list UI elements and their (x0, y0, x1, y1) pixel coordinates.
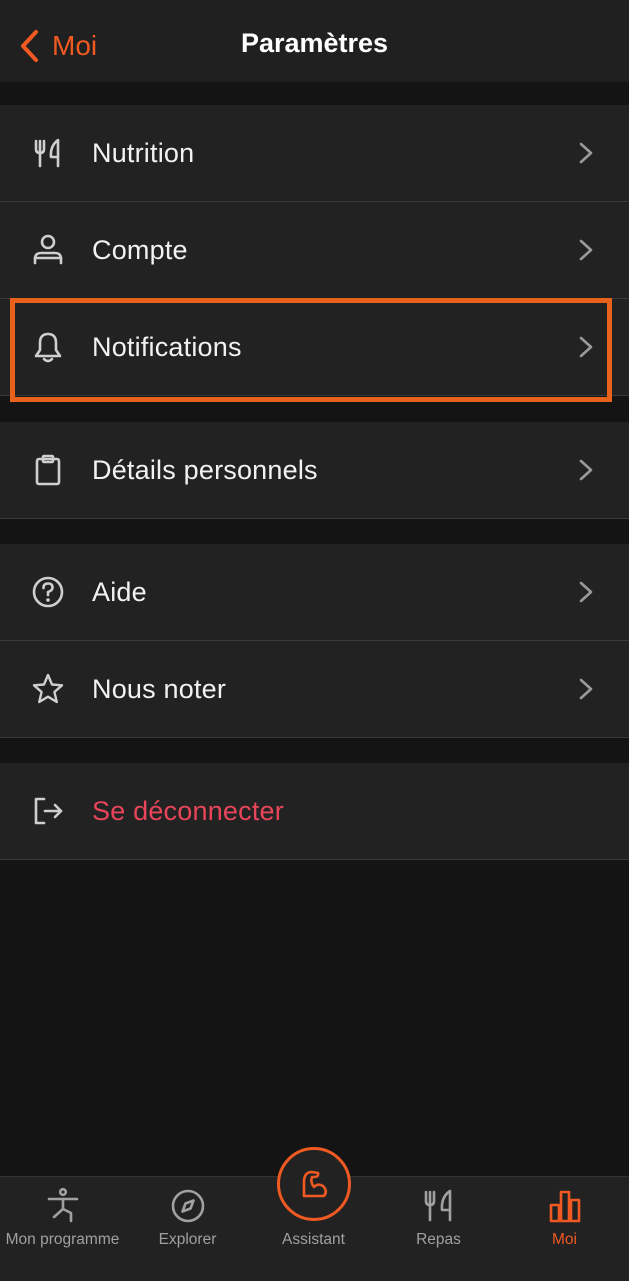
logout-icon (31, 794, 65, 828)
settings-row-aide[interactable]: Aide (0, 544, 629, 641)
settings-row-label: Nous noter (92, 673, 227, 704)
settings-row-label: Nutrition (92, 137, 195, 168)
settings-row-label: Aide (92, 576, 147, 607)
settings-group-account: Nutrition Compte Notifications (0, 105, 629, 396)
settings-group-logout: Se déconnecter (0, 763, 629, 860)
chevron-right-icon (574, 138, 598, 168)
bell-icon (31, 330, 65, 364)
chevron-right-icon (574, 674, 598, 704)
tab-label: Assistant (282, 1231, 345, 1248)
star-icon (31, 672, 65, 706)
fork-knife-icon (420, 1187, 458, 1225)
page-title: Paramètres (240, 28, 389, 58)
tab-mon-programme[interactable]: Mon programme (0, 1177, 125, 1281)
yoga-person-icon (44, 1187, 82, 1225)
tab-label: Repas (416, 1231, 461, 1248)
settings-row-label: Compte (92, 234, 188, 265)
tab-label: Mon programme (5, 1231, 120, 1248)
settings-row-label: Détails personnels (92, 454, 318, 485)
logout-label: Se déconnecter (92, 795, 284, 826)
person-icon (31, 233, 65, 267)
settings-group-personal: Détails personnels (0, 422, 629, 519)
nav-header: Moi Paramètres (0, 0, 629, 82)
settings-row-details[interactable]: Détails personnels (0, 422, 629, 519)
chevron-right-icon (574, 455, 598, 485)
tab-repas[interactable]: Repas (376, 1177, 501, 1281)
settings-group-support: Aide Nous noter (0, 544, 629, 738)
tab-moi[interactable]: Moi (502, 1177, 627, 1281)
compass-icon (169, 1187, 207, 1225)
tab-explorer[interactable]: Explorer (125, 1177, 250, 1281)
assistant-button[interactable] (277, 1147, 351, 1221)
logout-button[interactable]: Se déconnecter (0, 763, 629, 860)
muscle-arm-icon (302, 1170, 328, 1198)
tab-label: Moi (552, 1231, 577, 1248)
settings-row-label: Notifications (92, 331, 242, 362)
chevron-right-icon (574, 332, 598, 362)
bar-chart-icon (546, 1187, 584, 1225)
settings-row-notifications[interactable]: Notifications (0, 299, 629, 396)
clipboard-icon (31, 453, 65, 487)
help-circle-icon (31, 575, 65, 609)
chevron-right-icon (574, 235, 598, 265)
settings-row-compte[interactable]: Compte (0, 202, 629, 299)
chevron-right-icon (574, 577, 598, 607)
tab-label: Explorer (158, 1231, 217, 1248)
fork-knife-icon (31, 136, 65, 170)
settings-row-rate[interactable]: Nous noter (0, 641, 629, 738)
settings-row-nutrition[interactable]: Nutrition (0, 105, 629, 202)
